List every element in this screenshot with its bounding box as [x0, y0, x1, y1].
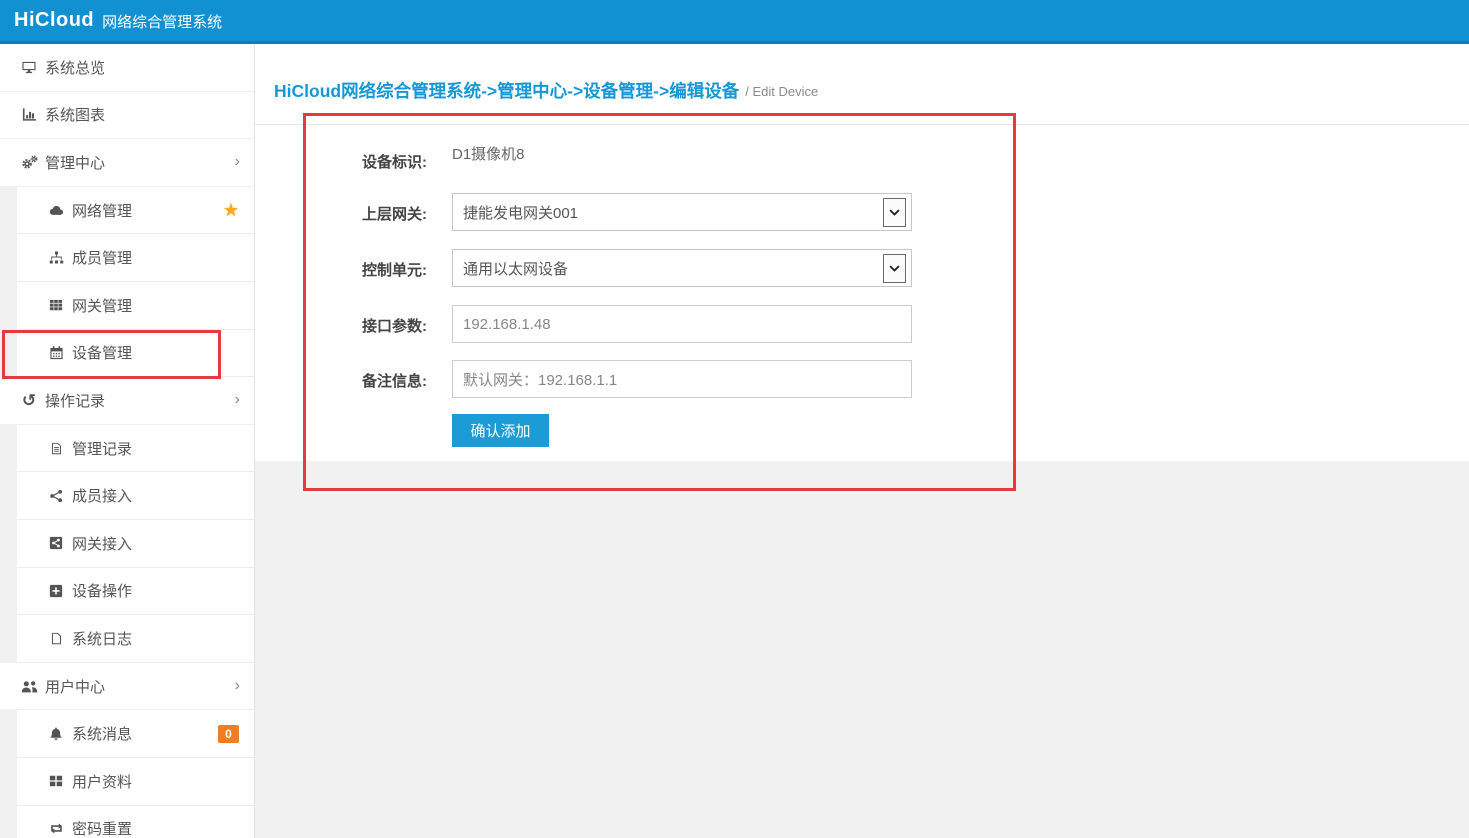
sidebar-item-password-reset[interactable]: 密码重置 [17, 806, 254, 838]
upper-gateway-select[interactable]: 捷能发电网关001 [452, 193, 912, 231]
chevron-right-icon: › [235, 154, 240, 170]
retweet-icon [46, 822, 66, 835]
control-unit-label: 控制单元: [347, 249, 427, 287]
edit-device-form: 设备标识: D1摄像机8 上层网关: 捷能发电网关001 控制单元: 通用以太网… [255, 125, 1469, 461]
history-icon: ↺ [19, 392, 39, 409]
sidebar-item-label: 设备管理 [72, 342, 132, 363]
device-id-value: D1摄像机8 [452, 141, 525, 181]
form-row-remark: 备注信息: [347, 360, 1469, 398]
sidebar-item-device-management[interactable]: 设备管理 [17, 330, 254, 378]
th-large-icon [46, 774, 66, 788]
sidebar-item-label: 成员管理 [72, 247, 132, 268]
upper-gateway-selected-value: 捷能发电网关001 [463, 202, 578, 223]
device-id-label: 设备标识: [347, 141, 427, 181]
star-icon: ★ [223, 201, 239, 219]
file-icon [46, 631, 66, 646]
sidebar-item-operation-records[interactable]: ↺ 操作记录 › [0, 377, 254, 425]
breadcrumb-path: HiCloud网络综合管理系统->管理中心->设备管理->编辑设备 [274, 78, 739, 103]
sidebar-item-label: 管理记录 [72, 438, 132, 459]
sidebar-item-label: 系统消息 [72, 723, 132, 744]
confirm-add-button[interactable]: 确认添加 [452, 414, 549, 447]
control-unit-selected-value: 通用以太网设备 [463, 258, 568, 279]
remark-input[interactable] [452, 360, 912, 398]
chevron-right-icon: › [235, 392, 240, 408]
share-square-icon [46, 536, 66, 550]
breadcrumb: HiCloud网络综合管理系统->管理中心->设备管理->编辑设备 / Edit… [255, 44, 1469, 125]
sidebar-item-device-operations[interactable]: 设备操作 [17, 568, 254, 616]
sidebar-item-label: 用户资料 [72, 771, 132, 792]
form-row-device-id: 设备标识: D1摄像机8 [347, 141, 1469, 181]
chevron-down-icon[interactable] [883, 198, 906, 227]
sidebar-item-member-management[interactable]: 成员管理 [17, 234, 254, 282]
interface-params-label: 接口参数: [347, 305, 427, 343]
cloud-icon [46, 203, 66, 218]
form-row-submit: 确认添加 [347, 414, 1469, 447]
sitemap-icon [46, 250, 66, 265]
sidebar-item-label: 网关接入 [72, 533, 132, 554]
chevron-right-icon: › [235, 678, 240, 694]
sidebar-item-label: 密码重置 [72, 818, 132, 838]
grid-icon [46, 298, 66, 312]
cogs-icon [19, 155, 39, 170]
calendar-icon [46, 345, 66, 360]
sidebar-nav: 系统总览 系统图表 管理中心 › 网络管理 ★ 成员管理 网关管理 设备管理 [0, 44, 255, 838]
form-row-upper-gateway: 上层网关: 捷能发电网关001 [347, 193, 1469, 231]
sidebar-item-label: 网关管理 [72, 295, 132, 316]
bell-icon [46, 726, 66, 741]
sidebar-item-label: 成员接入 [72, 485, 132, 506]
interface-params-input[interactable] [452, 305, 912, 343]
sidebar-item-label: 系统日志 [72, 628, 132, 649]
sidebar-item-management-center[interactable]: 管理中心 › [0, 139, 254, 187]
control-unit-select[interactable]: 通用以太网设备 [452, 249, 912, 287]
sidebar-item-user-profile[interactable]: 用户资料 [17, 758, 254, 806]
form-row-control-unit: 控制单元: 通用以太网设备 [347, 249, 1469, 287]
chevron-down-icon[interactable] [883, 254, 906, 283]
sidebar-item-label: 操作记录 [45, 390, 105, 411]
app-window: HiCloud 网络综合管理系统 系统总览 系统图表 管理中心 › 网络管理 ★… [0, 0, 1469, 838]
sidebar-item-system-messages[interactable]: 系统消息 0 [17, 710, 254, 758]
sidebar-item-member-access[interactable]: 成员接入 [17, 472, 254, 520]
sidebar-item-label: 设备操作 [72, 580, 132, 601]
sidebar-item-system-charts[interactable]: 系统图表 [0, 92, 254, 140]
main-content: HiCloud网络综合管理系统->管理中心->设备管理->编辑设备 / Edit… [255, 44, 1469, 838]
share-icon [46, 489, 66, 503]
sidebar-item-network-management[interactable]: 网络管理 ★ [17, 187, 254, 235]
breadcrumb-suffix: / Edit Device [745, 81, 818, 99]
sidebar-item-gateway-management[interactable]: 网关管理 [17, 282, 254, 330]
users-icon [19, 679, 39, 694]
sidebar-item-system-overview[interactable]: 系统总览 [0, 44, 254, 92]
bar-chart-icon [19, 107, 39, 122]
sidebar-item-gateway-access[interactable]: 网关接入 [17, 520, 254, 568]
desktop-icon [19, 60, 39, 75]
sidebar-item-label: 网络管理 [72, 200, 132, 221]
sidebar-item-system-logs[interactable]: 系统日志 [17, 615, 254, 663]
sidebar-item-label: 用户中心 [45, 676, 105, 697]
top-header-bar: HiCloud 网络综合管理系统 [0, 0, 1469, 44]
message-count-badge: 0 [218, 725, 239, 743]
form-row-interface-params: 接口参数: [347, 305, 1469, 343]
product-name: 网络综合管理系统 [102, 9, 222, 32]
file-text-icon [46, 441, 66, 456]
upper-gateway-label: 上层网关: [347, 193, 427, 231]
sidebar-item-label: 管理中心 [45, 152, 105, 173]
sidebar-item-label: 系统总览 [45, 57, 105, 78]
remark-label: 备注信息: [347, 360, 427, 398]
sidebar-item-label: 系统图表 [45, 104, 105, 125]
sidebar-item-user-center[interactable]: 用户中心 › [0, 663, 254, 711]
sidebar-item-management-records[interactable]: 管理记录 [17, 425, 254, 473]
plus-square-icon [46, 584, 66, 598]
brand-logo: HiCloud [14, 9, 94, 32]
